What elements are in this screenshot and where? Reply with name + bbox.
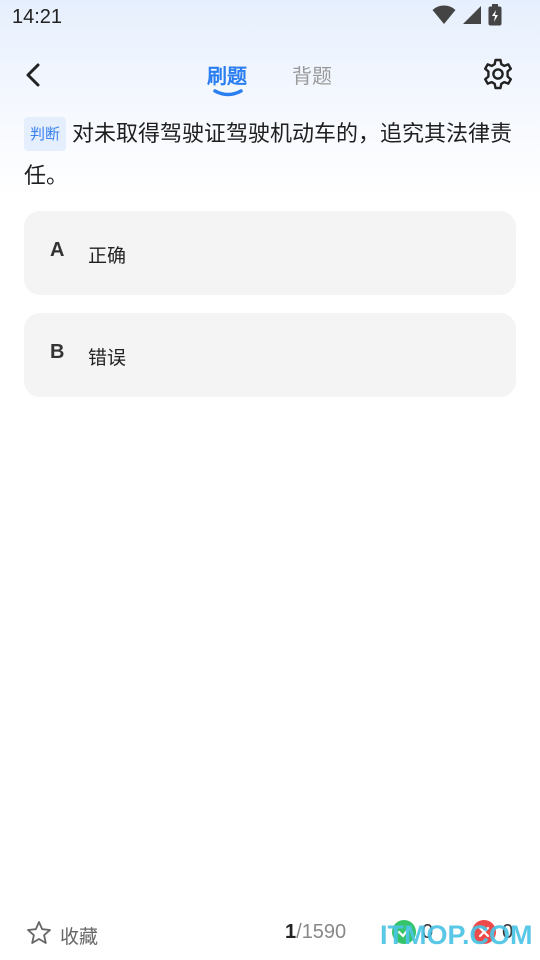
favorite-button[interactable]: 收藏 [26, 920, 98, 950]
question-type-badge: 判断 [24, 117, 67, 151]
status-icons [432, 4, 502, 30]
status-time: 14:21 [12, 6, 63, 28]
option-a[interactable]: A 正确 [24, 211, 516, 295]
active-tab-indicator [213, 89, 243, 97]
option-text: 正确 [88, 245, 127, 267]
chevron-left-icon [24, 62, 42, 92]
tab-memorize[interactable]: 背题 [292, 60, 332, 89]
option-text: 错误 [88, 347, 127, 369]
gear-icon [482, 58, 514, 94]
battery-charging-icon [488, 4, 502, 30]
option-letter: A [50, 239, 65, 261]
total-question-count: 1590 [301, 921, 347, 943]
wifi-icon [432, 5, 456, 29]
option-letter: B [50, 341, 65, 363]
watermark-logo: ITMOP.COM [380, 920, 533, 950]
signal-icon [462, 5, 482, 29]
top-nav: 刷题 背题 [0, 48, 540, 108]
status-bar: 14:21 [0, 0, 540, 36]
favorite-label: 收藏 [60, 925, 99, 948]
star-icon [26, 920, 52, 950]
tab-practice[interactable]: 刷题 [207, 60, 247, 89]
question-progress[interactable]: 1/1590 [285, 921, 346, 944]
current-question-number: 1 [285, 921, 297, 943]
option-b[interactable]: B 错误 [24, 313, 516, 397]
question-text: 对未取得驾驶证驾驶机动车的，追究其法律责任。 [24, 122, 513, 189]
question-stem: 判断 对未取得驾驶证驾驶机动车的，追究其法律责任。 [24, 114, 516, 198]
back-button[interactable] [18, 62, 48, 92]
settings-button[interactable] [480, 58, 516, 94]
